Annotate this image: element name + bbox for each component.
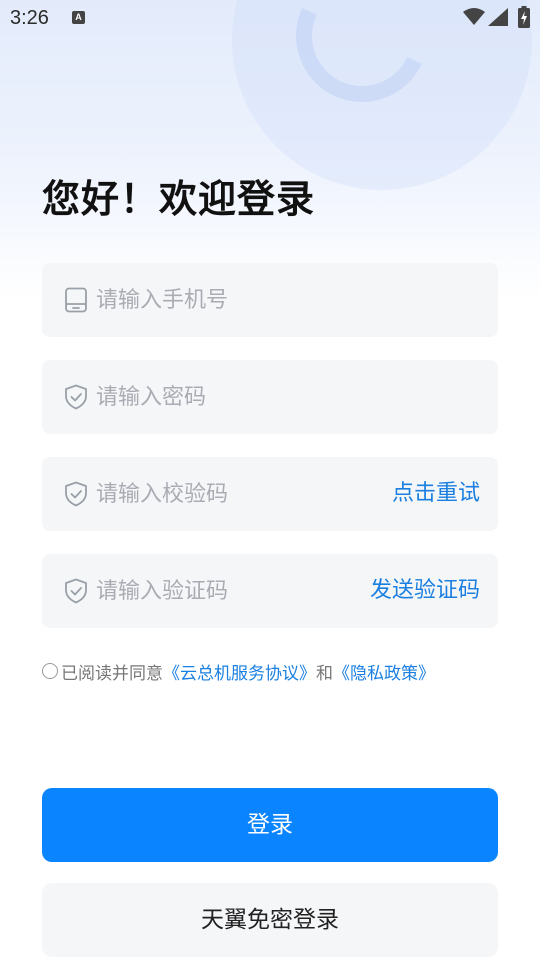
shield-check-icon xyxy=(65,578,87,604)
privacy-policy-link[interactable]: 《隐私政策》 xyxy=(333,659,435,684)
signal-icon xyxy=(488,8,508,26)
status-time: 3:26 xyxy=(10,7,49,29)
agreement-and: 和 xyxy=(316,663,333,684)
phone-icon xyxy=(65,287,87,313)
status-bar: 3:26 A xyxy=(0,0,540,36)
phone-field[interactable] xyxy=(42,263,498,337)
password-field[interactable] xyxy=(42,360,498,434)
agreement-checkbox[interactable] xyxy=(42,663,58,679)
shield-check-icon xyxy=(65,481,87,507)
agreement-row: 已阅读并同意 《云总机服务协议》 和 《隐私政策》 xyxy=(42,658,435,684)
sms-code-input[interactable] xyxy=(96,554,396,628)
page-title: 您好！欢迎登录 xyxy=(42,177,316,221)
login-button[interactable]: 登录 xyxy=(42,788,498,862)
tianyi-login-button[interactable]: 天翼免密登录 xyxy=(42,883,498,957)
a-letter-icon: A xyxy=(72,11,85,24)
shield-check-icon xyxy=(65,384,87,410)
sms-code-field[interactable]: 发送验证码 xyxy=(42,554,498,628)
captcha-field[interactable]: 点击重试 xyxy=(42,457,498,531)
service-agreement-link[interactable]: 《云总机服务协议》 xyxy=(163,659,316,684)
retry-captcha-button[interactable]: 点击重试 xyxy=(392,457,480,531)
captcha-input[interactable] xyxy=(96,457,396,531)
phone-input[interactable] xyxy=(96,263,396,337)
password-input[interactable] xyxy=(96,360,396,434)
send-code-button[interactable]: 发送验证码 xyxy=(370,554,480,628)
wifi-icon xyxy=(463,8,485,25)
agreement-prefix: 已阅读并同意 xyxy=(61,663,163,684)
battery-charging-icon xyxy=(518,6,530,28)
